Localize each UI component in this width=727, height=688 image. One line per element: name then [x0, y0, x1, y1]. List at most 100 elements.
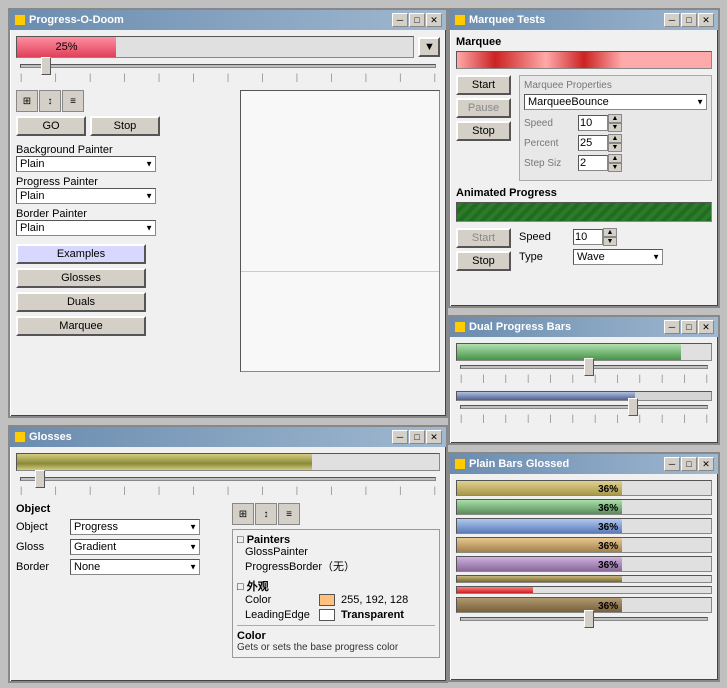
main-scroll-area[interactable]: [240, 90, 440, 372]
marquee-minimize[interactable]: ─: [664, 13, 680, 27]
progress-fill: 25%: [17, 37, 116, 57]
speed-down-btn[interactable]: ▼: [608, 123, 622, 132]
speed2-down-btn[interactable]: ▼: [603, 237, 617, 246]
speed-up-btn[interactable]: ▲: [608, 114, 622, 123]
speed-input[interactable]: [578, 115, 608, 131]
bar-label-8: 36%: [598, 601, 618, 612]
step-size-input[interactable]: [578, 155, 608, 171]
plain-bars-icon: [454, 458, 466, 470]
bar-label-4: 36%: [598, 541, 618, 552]
painters-grid-btn[interactable]: ⊞: [232, 503, 254, 525]
progress-painter-select[interactable]: Plain: [16, 188, 156, 204]
maximize-button[interactable]: □: [409, 13, 425, 27]
type2-select[interactable]: Wave: [573, 249, 663, 265]
examples-button[interactable]: Examples: [16, 244, 146, 264]
speed-label: Speed: [524, 118, 574, 129]
background-painter-select[interactable]: Plain: [16, 156, 156, 172]
dual-close[interactable]: ✕: [698, 320, 714, 334]
marquee-icon: [454, 14, 466, 26]
progress-painter-label: Progress Painter: [16, 176, 236, 188]
glosses-window: Glosses ─ □ ✕ |||||||||||||: [8, 425, 448, 683]
dual-slider-1: [460, 365, 708, 369]
plain-bars-thumb[interactable]: [584, 610, 594, 628]
gloss-type-select[interactable]: Gradient: [70, 539, 200, 555]
bar-fill-2: 36%: [457, 500, 622, 515]
dual-bar-2: [456, 391, 712, 401]
border-painter-label: Border Painter: [16, 208, 236, 220]
percent-down-btn[interactable]: ▼: [608, 143, 622, 152]
dual-maximize[interactable]: □: [681, 320, 697, 334]
dual-thumb-1[interactable]: [584, 358, 594, 376]
percent-up-btn[interactable]: ▲: [608, 134, 622, 143]
speed2-input[interactable]: [573, 229, 603, 245]
percent-input[interactable]: [578, 135, 608, 151]
dual-fill-1: [457, 344, 681, 361]
dual-thumb-2[interactable]: [628, 398, 638, 416]
progress-border-item: ProgressBorder（无）: [245, 558, 435, 574]
gloss-slider-thumb[interactable]: [35, 470, 45, 488]
glosses-close[interactable]: ✕: [426, 430, 442, 444]
glosses-maximize[interactable]: □: [409, 430, 425, 444]
object-type-select[interactable]: Progress: [70, 519, 200, 535]
bar-row-1: 36%: [456, 480, 712, 496]
plain-bars-minimize[interactable]: ─: [664, 457, 680, 471]
marquee-stop-btn[interactable]: Stop: [456, 121, 511, 141]
bar-label-2: 36%: [598, 503, 618, 514]
step-down-btn[interactable]: ▼: [608, 163, 622, 172]
border-painter-select[interactable]: Plain: [16, 220, 156, 236]
type2-label: Type: [519, 251, 569, 263]
marquee-start-btn[interactable]: Start: [456, 75, 511, 95]
bar-fill-8: 36%: [457, 598, 622, 613]
border-type-select[interactable]: None: [70, 559, 200, 575]
speed2-up-btn[interactable]: ▲: [603, 228, 617, 237]
bar-fill-3: 36%: [457, 519, 622, 534]
leading-edge-value: Transparent: [341, 609, 404, 621]
animated-stop-btn[interactable]: Stop: [456, 251, 511, 271]
close-button[interactable]: ✕: [426, 13, 442, 27]
gloss-type-label: Gloss: [16, 541, 66, 553]
plain-bars-maximize[interactable]: □: [681, 457, 697, 471]
glosses-button[interactable]: Glosses: [16, 268, 146, 288]
progress-o-doom-content: 25% ▼ ||||||||||||| ⊞ ↕ ≡: [10, 30, 446, 378]
progress-o-doom-window: Progress-O-Doom ─ □ ✕ 25% ▼ ||||||||||||…: [8, 8, 448, 418]
progress-dropdown-btn[interactable]: ▼: [418, 37, 440, 57]
progress-percent: 25%: [55, 41, 77, 53]
sort-btn[interactable]: ↕: [39, 90, 61, 112]
window-title: Progress-O-Doom: [29, 14, 124, 26]
bar-row-3: 36%: [456, 518, 712, 534]
minimize-button[interactable]: ─: [392, 13, 408, 27]
plain-bars-title: Plain Bars Glossed: [469, 458, 569, 470]
marquee-type-select[interactable]: MarqueeBounce: [524, 94, 707, 110]
bar-fill-4: 36%: [457, 538, 622, 553]
dual-minimize[interactable]: ─: [664, 320, 680, 334]
grid-view-btn[interactable]: ⊞: [16, 90, 38, 112]
plain-bars-title-bar: Plain Bars Glossed ─ □ ✕: [450, 454, 718, 474]
marquee-pause-btn[interactable]: Pause: [456, 98, 511, 118]
marquee-button[interactable]: Marquee: [16, 316, 146, 336]
bar-row-7: [456, 586, 712, 594]
bar-row-6: [456, 575, 712, 583]
animated-start-btn[interactable]: Start: [456, 228, 511, 248]
glosses-icon: [14, 431, 26, 443]
border-type-label: Border: [16, 561, 66, 573]
duals-button[interactable]: Duals: [16, 292, 146, 312]
bar-label-3: 36%: [598, 522, 618, 533]
main-slider-thumb[interactable]: [41, 57, 51, 75]
dual-icon: [454, 321, 466, 333]
list-btn[interactable]: ≡: [62, 90, 84, 112]
glosses-title-bar: Glosses ─ □ ✕: [10, 427, 446, 447]
plain-bars-close[interactable]: ✕: [698, 457, 714, 471]
main-progress-bar: 25%: [16, 36, 414, 58]
marquee-maximize[interactable]: □: [681, 13, 697, 27]
painters-list-btn[interactable]: ≡: [278, 503, 300, 525]
stop-button[interactable]: Stop: [90, 116, 160, 136]
appearance-title: □ 外观: [237, 578, 435, 594]
go-button[interactable]: GO: [16, 116, 86, 136]
step-up-btn[interactable]: ▲: [608, 154, 622, 163]
marquee-bar: [456, 51, 712, 69]
marquee-close[interactable]: ✕: [698, 13, 714, 27]
glosses-minimize[interactable]: ─: [392, 430, 408, 444]
bar-fill-1: 36%: [457, 481, 622, 496]
dual-title: Dual Progress Bars: [469, 321, 571, 333]
painters-sort-btn[interactable]: ↕: [255, 503, 277, 525]
